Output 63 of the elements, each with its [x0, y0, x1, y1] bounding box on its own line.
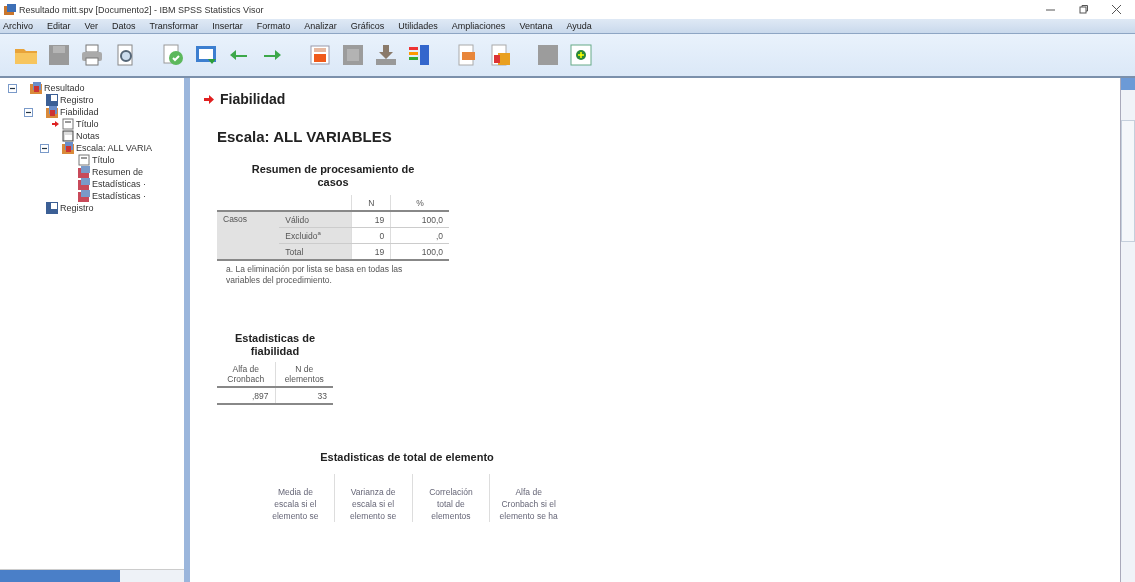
section-heading: Fiabilidad: [220, 91, 286, 107]
table-cell: 100,0: [390, 243, 449, 260]
close-icon[interactable]: [1112, 5, 1121, 14]
menu-item[interactable]: Ver: [84, 21, 99, 31]
outline-item[interactable]: Registro: [60, 95, 94, 105]
grid-icon[interactable]: [341, 43, 365, 67]
download-icon[interactable]: [374, 43, 398, 67]
outline-item[interactable]: Resultado: [44, 83, 85, 93]
menu-item[interactable]: Datos: [112, 21, 136, 31]
outline-item[interactable]: Título: [76, 119, 99, 129]
horizontal-scrollbar[interactable]: [0, 569, 184, 582]
column-header: N: [351, 195, 391, 211]
table-footnote: a. La eliminación por lista se basa en todas las variables del procedimiento.: [226, 264, 404, 286]
collapse-toggle-icon[interactable]: [40, 143, 49, 153]
column-header: Alfa de Cronbach: [217, 362, 275, 387]
menu-item[interactable]: Ventana: [519, 21, 553, 31]
table-title: Estadisticas de fiabilidad: [233, 332, 317, 358]
collapse-toggle-icon[interactable]: [24, 107, 33, 117]
menu-item[interactable]: Ampliaciones: [451, 21, 506, 31]
window-title: Resultado mitt.spv [Documento2] - IBM SPSS Statistics Visor: [19, 4, 264, 15]
table-cell: 100,0: [390, 211, 449, 228]
outline-item[interactable]: Estadísticas ·: [92, 191, 147, 201]
collapse-toggle-icon[interactable]: [8, 83, 17, 93]
grid-icon[interactable]: [536, 43, 560, 67]
menu-item[interactable]: Insertar: [212, 21, 243, 31]
app-icon: [4, 4, 16, 15]
chart-icon[interactable]: [308, 43, 332, 67]
outline-item[interactable]: Notas: [76, 131, 100, 141]
document-icon[interactable]: [488, 43, 512, 67]
outline-item[interactable]: Registro: [60, 203, 94, 213]
table-cell: 0: [351, 227, 391, 244]
outline-item[interactable]: Resumen de: [92, 167, 144, 177]
table-title: Resumen de procesamiento de casos: [250, 163, 416, 189]
table-cell: ,897: [217, 387, 275, 404]
outline-item[interactable]: Escala: ALL VARIA: [76, 143, 153, 153]
column-header: Correlación total de elementos: [411, 474, 490, 522]
print-icon[interactable]: [80, 43, 104, 67]
column-header: Varianza de escala si el elemento se: [333, 474, 412, 522]
column-header: Media de escala si el elemento se: [271, 486, 320, 522]
column-header: Alfa de Cronbach si el elemento se ha: [489, 474, 567, 522]
outline-item[interactable]: Fiabilidad: [60, 107, 99, 117]
vertical-scrollbar[interactable]: [1120, 78, 1135, 582]
table-cell: 19: [351, 243, 391, 260]
menu-item[interactable]: Formato: [256, 21, 291, 31]
row-group-label: Casos: [217, 211, 280, 260]
menu-item[interactable]: Analizar: [304, 21, 337, 31]
column-header: N de elementos: [275, 362, 333, 387]
menu-item[interactable]: Ayuda: [566, 21, 592, 31]
outline-item[interactable]: Estadísticas ·: [92, 179, 147, 189]
restore-icon[interactable]: [1079, 5, 1088, 14]
table-title: Estadisticas de total de elemento: [319, 451, 495, 464]
scale-heading: Escala: ALL VARIABLES: [217, 128, 393, 145]
outline-item[interactable]: Título: [92, 155, 115, 165]
table-cell: 19: [351, 211, 391, 228]
table-cell: 33: [275, 387, 333, 404]
menu-item[interactable]: Utilidades: [398, 21, 438, 31]
column-header: %: [390, 195, 449, 211]
save-icon[interactable]: [47, 43, 71, 67]
menu-item[interactable]: Transformar: [149, 21, 199, 31]
table-cell: ,0: [390, 227, 449, 244]
menu-item[interactable]: Editar: [47, 21, 71, 31]
menu-item[interactable]: Archivo: [3, 21, 33, 31]
menu-item[interactable]: Gráficos: [350, 21, 385, 31]
